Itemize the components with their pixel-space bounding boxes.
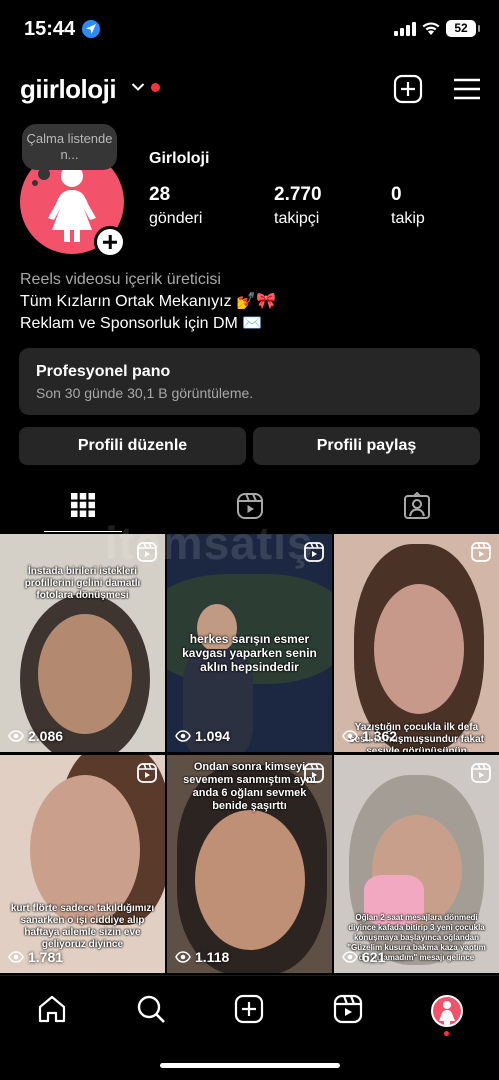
note-bubble[interactable]: Çalma listende n...	[22, 124, 117, 170]
reel-caption: Ondan sonra kimseyi sevemem sanmıştım ay…	[183, 761, 316, 812]
new-post-icon[interactable]	[393, 74, 423, 104]
reels-icon	[137, 763, 157, 783]
chevron-down-icon[interactable]	[131, 82, 145, 92]
bio-line: Reklam ve Sponsorluk için DM ✉️	[20, 315, 263, 332]
username-switcher[interactable]: giirloloji	[20, 74, 117, 105]
bio: Reels videosu içerik üreticisi Tüm Kızla…	[20, 269, 276, 335]
edit-profile-button[interactable]: Profili düzenle	[19, 427, 246, 465]
view-count: 1.362	[342, 728, 397, 744]
search-icon[interactable]	[136, 994, 166, 1024]
view-count-value: 1.094	[195, 728, 231, 744]
eye-icon	[8, 951, 24, 963]
notification-dot	[151, 83, 160, 92]
eye-icon	[342, 730, 358, 742]
stat-label: takipçi	[274, 210, 320, 227]
posts-grid: İnstada birileri istekleri profillerini …	[0, 534, 499, 974]
tab-tagged[interactable]	[333, 484, 499, 532]
view-count: 1.118	[175, 949, 229, 965]
eye-icon	[175, 951, 191, 963]
profile-header: giirloloji	[0, 66, 499, 112]
view-count: 2.086	[8, 728, 63, 744]
reels-icon[interactable]	[333, 994, 363, 1024]
view-count: 621	[342, 949, 385, 965]
reel-thumbnail[interactable]: Yazıştığın çocukla ilk defa sesli konuşm…	[334, 534, 499, 752]
bio-line: Tüm Kızların Ortak Mekanıyız 💅🎀	[20, 293, 276, 310]
reels-icon	[471, 763, 491, 783]
home-indicator[interactable]	[160, 1063, 340, 1068]
signal-icon	[394, 22, 416, 36]
menu-icon[interactable]	[452, 74, 482, 104]
eye-icon	[8, 730, 24, 742]
stat-following[interactable]: 0 takip	[391, 184, 425, 228]
reel-thumbnail[interactable]: Oğlan 2 saat mesajlara dönmedi diyince k…	[334, 755, 499, 973]
eye-icon	[342, 951, 358, 963]
stat-value: 2.770	[274, 184, 322, 205]
watermark: itemsatış	[105, 517, 314, 569]
home-icon[interactable]	[37, 994, 67, 1024]
view-count-value: 1.118	[195, 949, 230, 965]
tagged-icon	[404, 492, 430, 519]
add-story-button[interactable]	[94, 226, 126, 258]
profile-avatar[interactable]	[431, 995, 463, 1027]
wifi-icon	[422, 22, 440, 35]
view-count-value: 621	[362, 949, 386, 965]
view-count-value: 1.781	[28, 949, 64, 965]
status-time: 15:44	[24, 18, 76, 40]
status-bar: 15:44 52	[0, 0, 499, 60]
view-count-value: 1.362	[362, 728, 398, 744]
reel-caption: İnstada birileri istekleri profillerini …	[24, 566, 141, 601]
reel-thumbnail[interactable]: kurt flörte sadece takıldığımızı sanarke…	[0, 755, 165, 973]
reels-icon	[471, 542, 491, 562]
view-count: 1.094	[175, 728, 230, 744]
stat-posts[interactable]: 28 gönderi	[149, 184, 202, 228]
create-icon[interactable]	[234, 994, 264, 1024]
stat-label: takip	[391, 210, 425, 227]
dashboard-subtitle: Son 30 günde 30,1 B görüntüleme.	[36, 385, 254, 401]
display-name: Girloloji	[149, 150, 210, 167]
stat-label: gönderi	[149, 210, 203, 227]
battery-icon: 52	[446, 20, 480, 37]
eye-icon	[175, 730, 191, 742]
bio-category: Reels videosu içerik üreticisi	[20, 271, 221, 288]
view-count-value: 2.086	[28, 728, 64, 744]
notification-dot	[444, 1031, 449, 1036]
reel-caption: kurt flörte sadece takıldığımızı sanarke…	[10, 903, 155, 950]
reels-icon	[304, 763, 324, 783]
location-arrow-icon	[82, 20, 100, 38]
stat-value: 28	[149, 184, 171, 205]
note-bubble-tail-small	[32, 180, 38, 186]
share-profile-button[interactable]: Profili paylaş	[253, 427, 480, 465]
reel-thumbnail[interactable]: Ondan sonra kimseyi sevemem sanmıştım ay…	[167, 755, 332, 973]
view-count: 1.781	[8, 949, 63, 965]
dashboard-title: Profesyonel pano	[36, 363, 171, 380]
grid-icon	[71, 493, 95, 517]
professional-dashboard[interactable]: Profesyonel pano Son 30 günde 30,1 B gör…	[19, 348, 480, 415]
stat-followers[interactable]: 2.770 takipçi	[274, 184, 322, 228]
stat-value: 0	[391, 184, 402, 205]
reel-caption: herkes sarışın esmer kavgası yaparken se…	[182, 632, 317, 674]
note-bubble-tail	[38, 168, 50, 180]
